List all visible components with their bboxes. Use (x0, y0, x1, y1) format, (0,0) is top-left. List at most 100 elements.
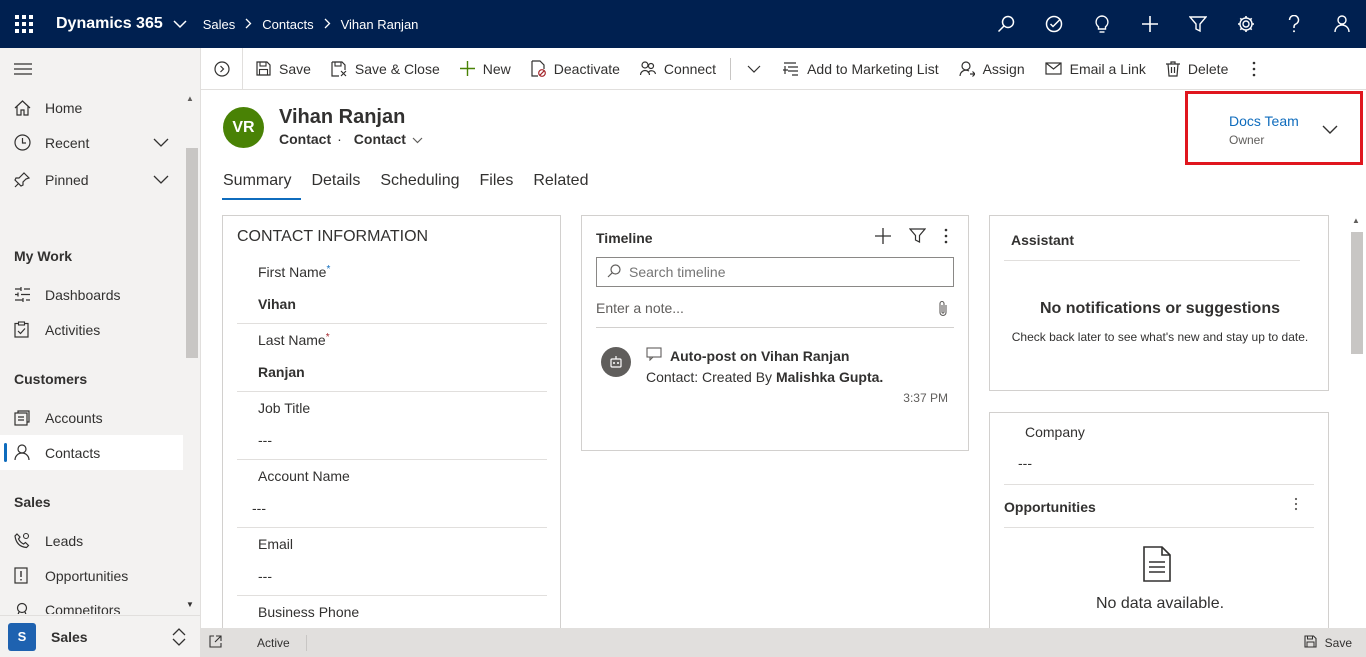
email-link-label: Email a Link (1069, 60, 1146, 77)
email-value[interactable]: --- (258, 568, 272, 584)
save-button[interactable]: Save (243, 48, 321, 90)
search-icon[interactable] (982, 0, 1030, 48)
post-timestamp: 3:37 PM (903, 391, 948, 405)
divider (305, 634, 307, 651)
navigate-back-button[interactable] (201, 48, 242, 90)
owner-field-highlight[interactable]: Docs Team Owner (1185, 91, 1363, 165)
status-bar: Active Save (201, 628, 1366, 657)
hamburger-icon (14, 63, 32, 75)
chevron-down-icon[interactable] (173, 16, 187, 32)
connect-label: Connect (663, 60, 717, 77)
open-in-new-window-icon[interactable] (209, 634, 229, 651)
chevron-down-icon[interactable] (1322, 122, 1338, 138)
chevron-down-icon[interactable] (153, 172, 169, 188)
accounts-icon (14, 409, 45, 426)
scroll-up-arrow-icon[interactable]: ▲ (1352, 216, 1360, 225)
main-scrollbar-thumb[interactable] (1351, 232, 1363, 354)
email-field[interactable]: Email --- (237, 528, 547, 596)
sidebar-item-competitors[interactable]: Competitors (0, 593, 183, 614)
app-launcher-button[interactable] (0, 0, 48, 48)
chevron-down-icon[interactable] (412, 131, 423, 147)
plus-icon[interactable] (1126, 0, 1174, 48)
sidebar-item-recent[interactable]: Recent (0, 125, 183, 160)
assistant-empty-subtitle: Check back later to see what's new and s… (1011, 330, 1309, 344)
clock-icon (14, 134, 45, 151)
recommended-marker: * (326, 264, 331, 275)
task-icon[interactable] (1030, 0, 1078, 48)
save-close-button[interactable]: Save & Close (321, 48, 450, 90)
breadcrumb-sales[interactable]: Sales (203, 17, 236, 32)
hamburger-menu-button[interactable] (0, 48, 200, 90)
filter-icon[interactable] (1174, 0, 1222, 48)
record-type: Contact · Contact (279, 131, 423, 147)
save-close-label: Save & Close (354, 60, 440, 77)
record-header: VR Vihan Ranjan Contact · Contact Docs T… (201, 90, 1366, 210)
breadcrumb-contacts[interactable]: Contacts (262, 17, 313, 32)
filter-icon[interactable] (908, 228, 927, 247)
first-name-value[interactable]: Vihan (258, 296, 296, 312)
sidebar-item-accounts[interactable]: Accounts (0, 400, 183, 435)
more-vertical-icon[interactable] (1294, 497, 1298, 514)
more-commands-button[interactable] (1238, 48, 1270, 90)
assign-button[interactable]: Assign (949, 48, 1035, 90)
job-title-value[interactable]: --- (258, 432, 272, 448)
more-vertical-icon[interactable] (944, 228, 948, 247)
sidebar-scrollbar-thumb[interactable] (186, 148, 198, 358)
scroll-up-arrow-icon[interactable]: ▲ (186, 94, 194, 103)
deactivate-button[interactable]: Deactivate (521, 48, 630, 90)
first-name-field[interactable]: First Name* Vihan (237, 256, 547, 324)
account-name-field[interactable]: Account Name --- (237, 460, 547, 528)
connect-dropdown-button[interactable] (735, 48, 773, 90)
scroll-down-arrow-icon[interactable]: ▼ (186, 600, 194, 609)
tab-files[interactable]: Files (470, 172, 524, 200)
top-icons (982, 0, 1366, 48)
lightbulb-icon[interactable] (1078, 0, 1126, 48)
tab-scheduling[interactable]: Scheduling (370, 172, 469, 200)
user-icon[interactable] (1318, 0, 1366, 48)
company-value[interactable]: --- (1018, 455, 1032, 471)
add-to-marketing-list-button[interactable]: Add to Marketing List (773, 48, 949, 90)
post-title-text[interactable]: Auto-post on Vihan Ranjan (670, 348, 849, 364)
sidebar-group-my-work: My Work (14, 248, 73, 264)
post-body-text: Contact: Created By (646, 369, 776, 385)
business-phone-field[interactable]: Business Phone (237, 596, 547, 628)
search-timeline-input[interactable] (629, 264, 929, 280)
job-title-field[interactable]: Job Title --- (237, 392, 547, 460)
new-button[interactable]: New (450, 48, 521, 90)
document-icon (1142, 546, 1172, 585)
paperclip-icon[interactable] (938, 300, 948, 320)
sidebar-item-opportunities[interactable]: Opportunities (0, 558, 183, 593)
section-title: CONTACT INFORMATION (237, 228, 429, 245)
status-save-label: Save (1324, 636, 1352, 650)
sidebar-group-sales: Sales (14, 494, 51, 510)
last-name-value[interactable]: Ranjan (258, 364, 305, 380)
area-switcher[interactable]: S Sales (0, 615, 200, 657)
account-name-value[interactable]: --- (252, 500, 266, 516)
search-icon (607, 263, 621, 281)
delete-button[interactable]: Delete (1156, 48, 1238, 90)
sidebar-item-home[interactable]: Home (0, 90, 183, 125)
sidebar-item-contacts[interactable]: Contacts (0, 435, 183, 470)
save-icon (1304, 635, 1317, 651)
status-save-button[interactable]: Save (1304, 635, 1352, 651)
tab-summary[interactable]: Summary (222, 172, 302, 200)
sidebar-item-leads[interactable]: Leads (0, 523, 183, 558)
last-name-field[interactable]: Last Name* Ranjan (237, 324, 547, 392)
connect-button[interactable]: Connect (630, 48, 726, 90)
help-icon[interactable] (1270, 0, 1318, 48)
app-name[interactable]: Dynamics 365 (56, 15, 163, 33)
sidebar-item-pinned[interactable]: Pinned (0, 162, 183, 197)
tab-related[interactable]: Related (523, 172, 598, 200)
chevron-down-icon[interactable] (153, 135, 169, 151)
sidebar-item-dashboards[interactable]: Dashboards (0, 277, 183, 312)
settings-icon[interactable] (1222, 0, 1270, 48)
timeline-search[interactable] (596, 257, 954, 287)
plus-icon[interactable] (875, 228, 891, 247)
tab-details[interactable]: Details (301, 172, 370, 200)
form-selector[interactable]: Contact (354, 131, 406, 147)
note-input[interactable]: Enter a note... (596, 300, 954, 328)
sidebar-item-activities[interactable]: Activities (0, 312, 183, 347)
company-label: Company (1025, 424, 1085, 440)
email-link-button[interactable]: Email a Link (1035, 48, 1156, 90)
owner-name[interactable]: Docs Team (1229, 113, 1299, 129)
